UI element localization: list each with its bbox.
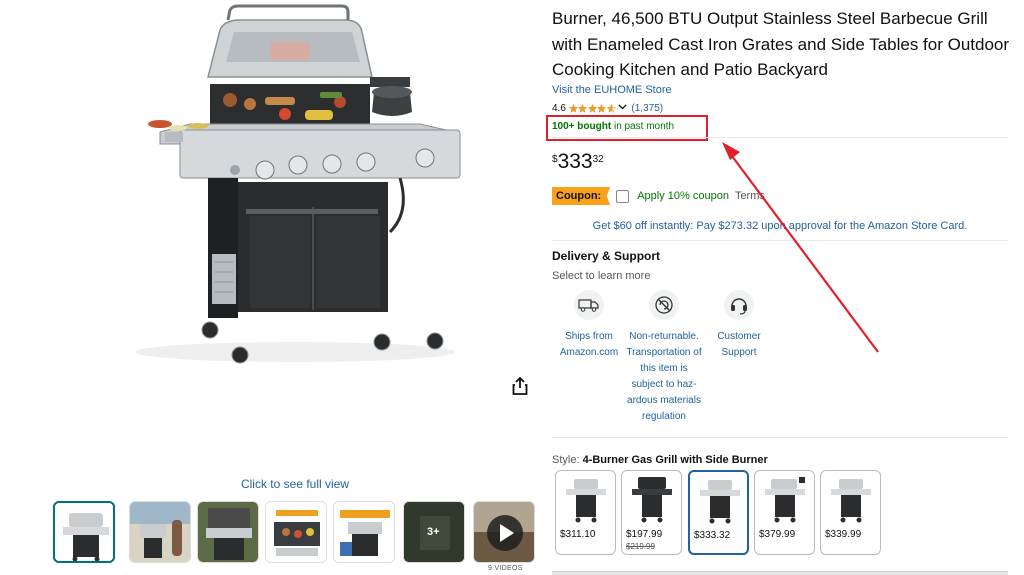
thumbnail-3[interactable] [197, 501, 259, 563]
style-option-price: $379.99 [759, 529, 796, 540]
style-option-price: $197.99 [626, 529, 663, 540]
apply-coupon-label[interactable]: Apply 10% coupon [637, 190, 729, 202]
divider [552, 240, 1008, 241]
videos-count-label: 9 VIDEOS [488, 565, 523, 572]
rating-value: 4.6 [552, 102, 566, 114]
video-thumbnail[interactable] [473, 501, 535, 563]
style-option-2[interactable]: $197.99 $219.99 [621, 470, 682, 555]
delivery-item-non-returnable[interactable]: Non-returnable. Transportation of this i… [624, 290, 704, 425]
star-rating-icon[interactable] [568, 103, 617, 113]
delivery-item-ships-from[interactable]: Ships from Amazon.com [549, 290, 629, 361]
delivery-item-label: Non-returnable. Transportation of this i… [626, 331, 702, 422]
see-full-view-link[interactable]: Click to see full view [0, 477, 590, 491]
style-option-1[interactable]: $311.10 [555, 470, 616, 555]
delivery-item-label: Customer Support [717, 331, 761, 358]
delivery-support-title: Delivery & Support [552, 249, 661, 263]
style-option-5[interactable]: $339.99 [820, 470, 881, 555]
thumbnail-1[interactable] [53, 501, 115, 563]
divider [552, 437, 1008, 438]
thumbnail-more-count: 3+ [427, 526, 440, 538]
rating-row[interactable]: 4.6 (1,375) [552, 101, 663, 115]
coupon-badge: Coupon: [552, 187, 611, 205]
style-option-4[interactable]: $379.99 [754, 470, 815, 555]
thumbnail-4[interactable] [265, 501, 327, 563]
headset-icon [724, 290, 754, 320]
style-option-old-price: $219.99 [626, 542, 655, 551]
thumbnail-more[interactable]: 3+ [403, 501, 465, 563]
style-option-price: $333.32 [694, 530, 731, 541]
delivery-item-label: Ships from Amazon.com [559, 331, 619, 358]
grill-thumbnail-icon [831, 479, 871, 523]
style-option-price: $339.99 [825, 529, 862, 540]
style-option-price: $311.10 [560, 529, 596, 540]
store-card-offer-link[interactable]: Get $60 off instantly: Pay $273.32 upon … [552, 220, 1008, 232]
coupon-row: Coupon: Apply 10% coupon Terms [552, 187, 765, 205]
thumbnail-2[interactable] [129, 501, 191, 563]
share-icon[interactable] [510, 376, 530, 396]
coupon-checkbox[interactable] [616, 189, 630, 203]
style-label-prefix: Style: [552, 454, 583, 466]
grill-thumbnail-icon [700, 480, 740, 524]
coupon-terms-link[interactable]: Terms [735, 190, 765, 202]
thumbnail-5[interactable] [333, 501, 395, 563]
price-whole: 333 [557, 150, 593, 173]
grill-thumbnail-icon [566, 479, 606, 523]
no-return-icon [649, 290, 679, 320]
style-label: Style: 4-Burner Gas Grill with Side Burn… [552, 454, 768, 466]
price-fraction: 32 [592, 154, 604, 165]
truck-icon [574, 290, 604, 320]
price: $ 333 32 [552, 150, 604, 174]
product-title: Burner, 46,500 BTU Output Stainless Stee… [552, 9, 1010, 79]
main-product-image[interactable] [120, 2, 470, 374]
style-selected-value: 4-Burner Gas Grill with Side Burner [582, 454, 768, 466]
delivery-support-subtitle: Select to learn more [552, 270, 651, 282]
divider [552, 137, 1008, 138]
add-to-cart-box-edge [552, 571, 1008, 575]
grill-thumbnail-icon [765, 477, 805, 523]
chevron-down-icon[interactable] [618, 102, 627, 114]
rating-count-link[interactable]: (1,375) [631, 103, 663, 114]
store-link[interactable]: Visit the EUHOME Store [552, 84, 672, 96]
style-option-3-selected[interactable]: $333.32 [688, 470, 749, 555]
grill-thumbnail-icon [632, 477, 672, 523]
delivery-item-customer-support[interactable]: Customer Support [699, 290, 779, 361]
